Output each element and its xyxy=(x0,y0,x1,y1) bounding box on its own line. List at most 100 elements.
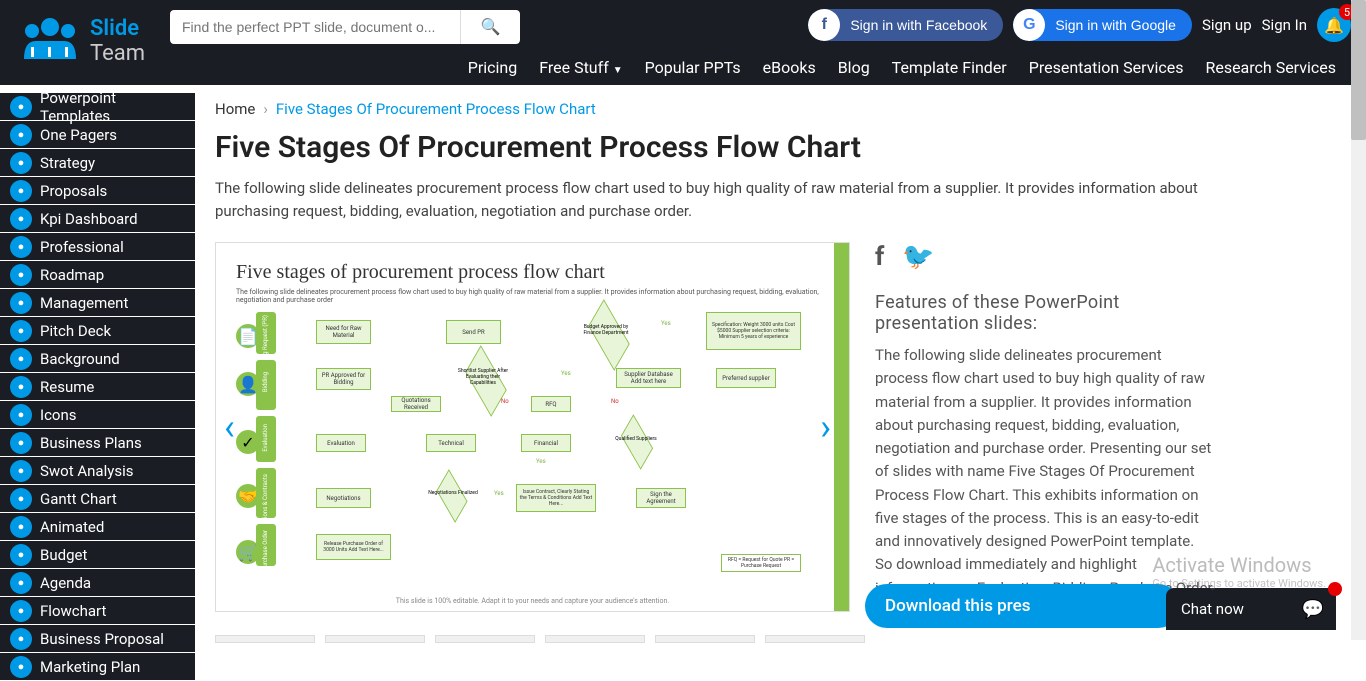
sidebar-item-marketing-plan[interactable]: ●Marketing Plan xyxy=(0,653,195,680)
breadcrumb-current[interactable]: Five Stages Of Procurement Process Flow … xyxy=(276,100,596,118)
flow-box: Technical xyxy=(426,434,476,452)
nav-freestuff[interactable]: Free Stuff ▼ xyxy=(539,58,622,77)
facebook-icon: f xyxy=(808,9,840,41)
scrollbar-thumb[interactable] xyxy=(1351,0,1366,140)
nav-popular[interactable]: Popular PPTs xyxy=(645,58,741,77)
chevron-down-icon: ▼ xyxy=(613,65,623,76)
flow-no: No xyxy=(501,398,509,405)
sidebar-item-swot-analysis[interactable]: ●Swot Analysis xyxy=(0,457,195,484)
thumb-item[interactable] xyxy=(545,635,645,643)
search-icon: 🔍 xyxy=(481,19,501,36)
sidebar-item-flowchart[interactable]: ●Flowchart xyxy=(0,597,195,624)
sidebar-icon: ● xyxy=(10,292,32,314)
slide-subtitle: The following slide delineates procureme… xyxy=(216,288,849,312)
flow-yes: Yes xyxy=(536,458,546,465)
thumb-item[interactable] xyxy=(655,635,755,643)
top-nav: Pricing Free Stuff ▼ Popular PPTs eBooks… xyxy=(468,58,1366,77)
carousel-next-button[interactable]: › xyxy=(820,406,831,448)
nav-ebooks[interactable]: eBooks xyxy=(763,58,816,77)
nav-pricing[interactable]: Pricing xyxy=(468,58,518,77)
thumb-item[interactable] xyxy=(325,635,425,643)
page-title: Five Stages Of Procurement Process Flow … xyxy=(215,130,1330,165)
sidebar-item-gantt-chart[interactable]: ●Gantt Chart xyxy=(0,485,195,512)
sidebar-icon: ● xyxy=(10,432,32,454)
nav-template-finder[interactable]: Template Finder xyxy=(892,58,1007,77)
sidebar-item-professional[interactable]: ●Professional xyxy=(0,233,195,260)
slide-body: 📄 Purchasing Request (PR) 👤 Bidding ✓ Ev… xyxy=(216,312,849,592)
side-info: f 🐦 Features of these PowerPoint present… xyxy=(875,242,1215,623)
sidebar-item-label: Agenda xyxy=(40,574,91,592)
features-title: Features of these PowerPoint presentatio… xyxy=(875,292,1215,334)
flow-box: Specification: Weight 3000 units Cost $5… xyxy=(706,312,801,350)
flow-yes: Yes xyxy=(561,370,571,377)
search-button[interactable]: 🔍 xyxy=(460,10,520,44)
thumbnails xyxy=(215,635,1330,643)
stage-label-2: Bidding xyxy=(262,372,269,392)
sidebar-icon: ● xyxy=(10,320,32,342)
flow-box: Release Purchase Order of 3000 Units Add… xyxy=(316,534,391,560)
nav-blog[interactable]: Blog xyxy=(838,58,870,77)
signin-link[interactable]: Sign In xyxy=(1262,16,1307,34)
sidebar-item-resume[interactable]: ●Resume xyxy=(0,373,195,400)
sidebar-item-icons[interactable]: ●Icons xyxy=(0,401,195,428)
google-signin-button[interactable]: G Sign in with Google xyxy=(1013,9,1192,41)
sidebar-item-pitch-deck[interactable]: ●Pitch Deck xyxy=(0,317,195,344)
nav-presentation-services[interactable]: Presentation Services xyxy=(1029,58,1184,77)
flow-box: Financial xyxy=(521,434,571,452)
sidebar-item-one-pagers[interactable]: ●One Pagers xyxy=(0,121,195,148)
sidebar-item-business-proposal[interactable]: ●Business Proposal xyxy=(0,625,195,652)
sidebar-icon: ● xyxy=(10,572,32,594)
flow-decision xyxy=(621,414,653,470)
sidebar-item-business-plans[interactable]: ●Business Plans xyxy=(0,429,195,456)
sidebar-item-background[interactable]: ●Background xyxy=(0,345,195,372)
facebook-share-icon[interactable]: f xyxy=(875,242,884,272)
chat-badge xyxy=(1328,582,1342,596)
download-button[interactable]: Download this pres xyxy=(865,584,1180,628)
sidebar-item-agenda[interactable]: ● Agenda xyxy=(0,569,195,596)
google-icon: G xyxy=(1013,9,1045,41)
flow-legend: RFQ = Request for Quote PR = Purchase Re… xyxy=(721,554,801,572)
sidebar-item-budget[interactable]: ●Budget xyxy=(0,541,195,568)
chat-widget[interactable]: Chat now 💬 xyxy=(1166,588,1336,630)
nav-research-services[interactable]: Research Services xyxy=(1205,58,1336,77)
logo[interactable]: Slide Team xyxy=(0,8,160,74)
thumb-item[interactable] xyxy=(435,635,535,643)
slide-preview[interactable]: ‹ › Five stages of procurement process f… xyxy=(215,242,850,612)
sidebar-item-animated[interactable]: ●Animated xyxy=(0,513,195,540)
features-text: The following slide delineates procureme… xyxy=(875,344,1215,623)
twitter-share-icon[interactable]: 🐦 xyxy=(902,242,934,272)
thumb-item[interactable] xyxy=(765,635,865,643)
sidebar-icon: ● xyxy=(10,264,32,286)
flow-label: Qualified Suppliers xyxy=(606,436,666,442)
sidebar-icon: ● xyxy=(10,404,32,426)
flow-label: Budget Approved by Finance Department xyxy=(576,324,636,336)
scrollbar[interactable] xyxy=(1351,0,1366,640)
notifications-button[interactable]: 🔔 5 xyxy=(1317,8,1351,42)
sidebar-item-label: Powerpoint Templates xyxy=(40,89,185,125)
logo-text-team: Team xyxy=(90,41,145,66)
sidebar-icon: ● xyxy=(10,124,32,146)
carousel-prev-button[interactable]: ‹ xyxy=(224,406,235,448)
sidebar-item-proposals[interactable]: ●Proposals xyxy=(0,177,195,204)
page-description: The following slide delineates procureme… xyxy=(215,177,1205,222)
signup-link[interactable]: Sign up xyxy=(1202,16,1252,34)
sidebar-item-strategy[interactable]: ●Strategy xyxy=(0,149,195,176)
breadcrumb: Home › Five Stages Of Procurement Proces… xyxy=(215,100,1330,118)
thumb-item[interactable] xyxy=(215,635,315,643)
slide-title: Five stages of procurement process flow … xyxy=(216,243,849,288)
sidebar-icon: ● xyxy=(10,516,32,538)
sidebar-item-powerpoint-templates[interactable]: ●Powerpoint Templates xyxy=(0,93,195,120)
header: Slide Team 🔍 f Sign in with Facebook G S… xyxy=(0,0,1366,85)
search-input[interactable] xyxy=(170,10,460,44)
sidebar-item-management[interactable]: ● Management xyxy=(0,289,195,316)
flow-box: Evaluation xyxy=(316,434,366,452)
facebook-signin-button[interactable]: f Sign in with Facebook xyxy=(808,9,1003,41)
sidebar-item-label: Management xyxy=(40,294,128,312)
flow-box: Negotiations xyxy=(316,488,371,508)
sidebar-item-label: Business Proposal xyxy=(40,630,164,648)
breadcrumb-home[interactable]: Home xyxy=(215,100,255,118)
chat-icon: 💬 xyxy=(1302,599,1324,620)
sidebar-item-roadmap[interactable]: ●Roadmap xyxy=(0,261,195,288)
sidebar-item-kpi-dashboard[interactable]: ●Kpi Dashboard xyxy=(0,205,195,232)
sidebar: ●Powerpoint Templates●One Pagers●Strateg… xyxy=(0,85,195,681)
